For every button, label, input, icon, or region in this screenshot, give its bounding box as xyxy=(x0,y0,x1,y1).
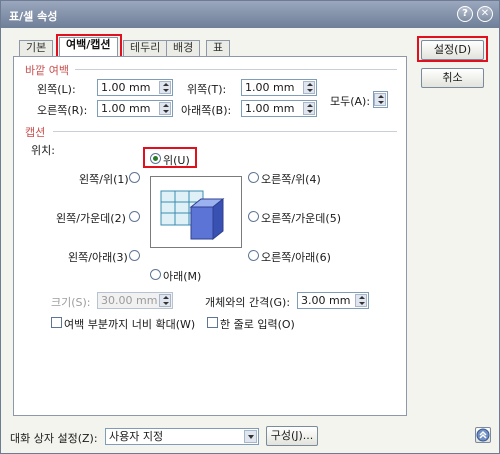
left-margin-value: 1.00 mm xyxy=(101,81,151,94)
table-cell-properties-dialog: 표/셀 속성 ? ✕ 기본 여백/캡션 테두리 배경 표 바깥 여백 왼쪽(L)… xyxy=(0,0,500,454)
caption-size-spinner: 30.00 mm xyxy=(97,292,173,309)
caption-gap-value: 3.00 mm xyxy=(301,294,351,307)
extend-width-label: 여백 부분까지 너비 확대(W) xyxy=(64,318,196,331)
caption-size-label: 크기(S): xyxy=(51,296,91,309)
top-margin-spinner[interactable]: 1.00 mm xyxy=(241,79,317,96)
tab-table[interactable]: 표 xyxy=(206,40,231,56)
tab-background[interactable]: 배경 xyxy=(166,40,201,56)
cancel-button[interactable]: 취소 xyxy=(421,68,484,88)
caption-left-top-label: 왼쪽/위(1) xyxy=(79,173,129,186)
spinner-arrows-icon[interactable] xyxy=(303,102,315,115)
spinner-arrows-icon[interactable] xyxy=(355,294,367,307)
help-icon[interactable]: ? xyxy=(457,6,473,22)
close-icon[interactable]: ✕ xyxy=(477,6,493,22)
right-margin-spinner[interactable]: 1.00 mm xyxy=(97,100,173,117)
title-bar: 표/셀 속성 ? ✕ xyxy=(1,1,499,28)
radio-caption-left-center[interactable] xyxy=(129,211,140,222)
top-margin-value: 1.00 mm xyxy=(245,81,295,94)
radio-caption-right-center[interactable] xyxy=(248,211,259,222)
preset-value: 사용자 지정 xyxy=(109,430,164,443)
tab-border[interactable]: 테두리 xyxy=(123,40,168,56)
caption-title: 캡션 xyxy=(25,126,46,139)
outer-margin-title: 바깥 여백 xyxy=(25,64,69,77)
caption-position-label: 위치: xyxy=(31,144,55,157)
left-margin-spinner[interactable]: 1.00 mm xyxy=(97,79,173,96)
ok-button[interactable]: 설정(D) xyxy=(421,40,484,60)
window-title: 표/셀 속성 xyxy=(9,10,58,23)
single-line-checkbox[interactable] xyxy=(207,317,218,328)
chevron-down-icon[interactable] xyxy=(244,430,257,443)
radio-caption-left-bottom[interactable] xyxy=(129,250,140,261)
caption-bottom-label: 아래(M) xyxy=(163,270,202,283)
radio-caption-right-top[interactable] xyxy=(248,172,259,183)
caption-left-bottom-label: 왼쪽/아래(3) xyxy=(68,251,128,264)
radio-caption-top[interactable] xyxy=(150,153,161,164)
all-margin-spinner[interactable] xyxy=(373,91,388,108)
tab-basic[interactable]: 기본 xyxy=(19,40,54,56)
caption-divider xyxy=(53,131,397,132)
caption-preview-image xyxy=(150,176,242,248)
config-button[interactable]: 구성(J)... xyxy=(266,426,318,446)
spinner-arrows-icon[interactable] xyxy=(159,81,171,94)
left-margin-label: 왼쪽(L): xyxy=(37,83,76,96)
bottom-margin-value: 1.00 mm xyxy=(245,102,295,115)
caption-right-top-label: 오른쪽/위(4) xyxy=(261,173,321,186)
spinner-arrows-icon xyxy=(159,294,171,307)
caption-left-center-label: 왼쪽/가운데(2) xyxy=(56,212,126,225)
caption-gap-spinner[interactable]: 3.00 mm xyxy=(297,292,369,309)
top-margin-label: 위쪽(T): xyxy=(187,83,227,96)
caption-right-bottom-label: 오른쪽/아래(6) xyxy=(261,251,331,264)
expand-icon[interactable] xyxy=(475,427,491,443)
single-line-label: 한 줄로 입력(O) xyxy=(220,318,295,331)
all-margin-label: 모두(A): xyxy=(330,95,371,108)
table-object-icon xyxy=(160,190,225,241)
extend-width-checkbox[interactable] xyxy=(51,317,62,328)
preset-select[interactable]: 사용자 지정 xyxy=(105,428,259,445)
radio-caption-bottom[interactable] xyxy=(150,269,161,280)
radio-caption-left-top[interactable] xyxy=(129,172,140,183)
spinner-arrows-icon[interactable] xyxy=(303,81,315,94)
preset-label: 대화 상자 설정(Z): xyxy=(10,432,98,445)
spinner-arrows-icon[interactable] xyxy=(374,93,386,106)
caption-top-label: 위(U) xyxy=(163,154,190,167)
outer-margin-divider xyxy=(75,69,397,70)
bottom-margin-label: 아래쪽(B): xyxy=(181,104,232,117)
radio-caption-right-bottom[interactable] xyxy=(248,250,259,261)
spinner-arrows-icon[interactable] xyxy=(159,102,171,115)
caption-gap-label: 개체와의 간격(G): xyxy=(205,296,291,309)
caption-size-value: 30.00 mm xyxy=(101,294,158,307)
right-margin-value: 1.00 mm xyxy=(101,102,151,115)
bottom-margin-spinner[interactable]: 1.00 mm xyxy=(241,100,317,117)
right-margin-label: 오른쪽(R): xyxy=(37,104,88,117)
double-chevron-icon xyxy=(476,428,490,442)
caption-right-center-label: 오른쪽/가운데(5) xyxy=(261,212,342,225)
